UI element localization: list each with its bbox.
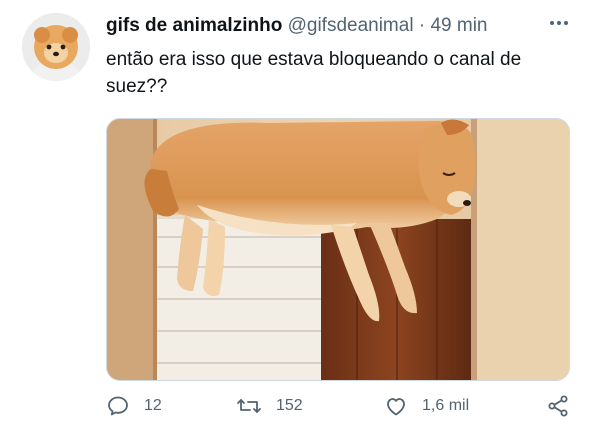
- avatar[interactable]: [22, 13, 90, 81]
- separator: ·: [418, 15, 426, 36]
- tweet-actions: 12 152 1,6 mil: [106, 394, 576, 424]
- more-icon[interactable]: [548, 12, 570, 40]
- reply-button[interactable]: 12: [106, 394, 162, 418]
- like-button[interactable]: 1,6 mil: [384, 394, 469, 418]
- avatar-pomeranian-image: [22, 13, 90, 81]
- author-handle[interactable]: @gifsdeanimal: [288, 15, 414, 36]
- reply-icon: [108, 396, 128, 416]
- retweet-button[interactable]: 152: [236, 394, 303, 418]
- share-icon: [548, 395, 568, 417]
- tweet-header: gifs de animalzinho @gifsdeanimal · 49 m…: [106, 13, 487, 39]
- tweet-time[interactable]: 49 min: [430, 15, 487, 36]
- tweet-media[interactable]: [106, 118, 570, 381]
- like-icon: [387, 398, 405, 416]
- retweet-count: 152: [276, 397, 303, 414]
- retweet-icon: [237, 399, 261, 413]
- dog-photo: [107, 119, 569, 380]
- reply-count: 12: [144, 397, 162, 414]
- author-name[interactable]: gifs de animalzinho: [106, 15, 282, 36]
- tweet-text: então era isso que estava bloqueando o c…: [106, 49, 522, 97]
- share-button[interactable]: [546, 394, 570, 418]
- like-count: 1,6 mil: [422, 397, 470, 414]
